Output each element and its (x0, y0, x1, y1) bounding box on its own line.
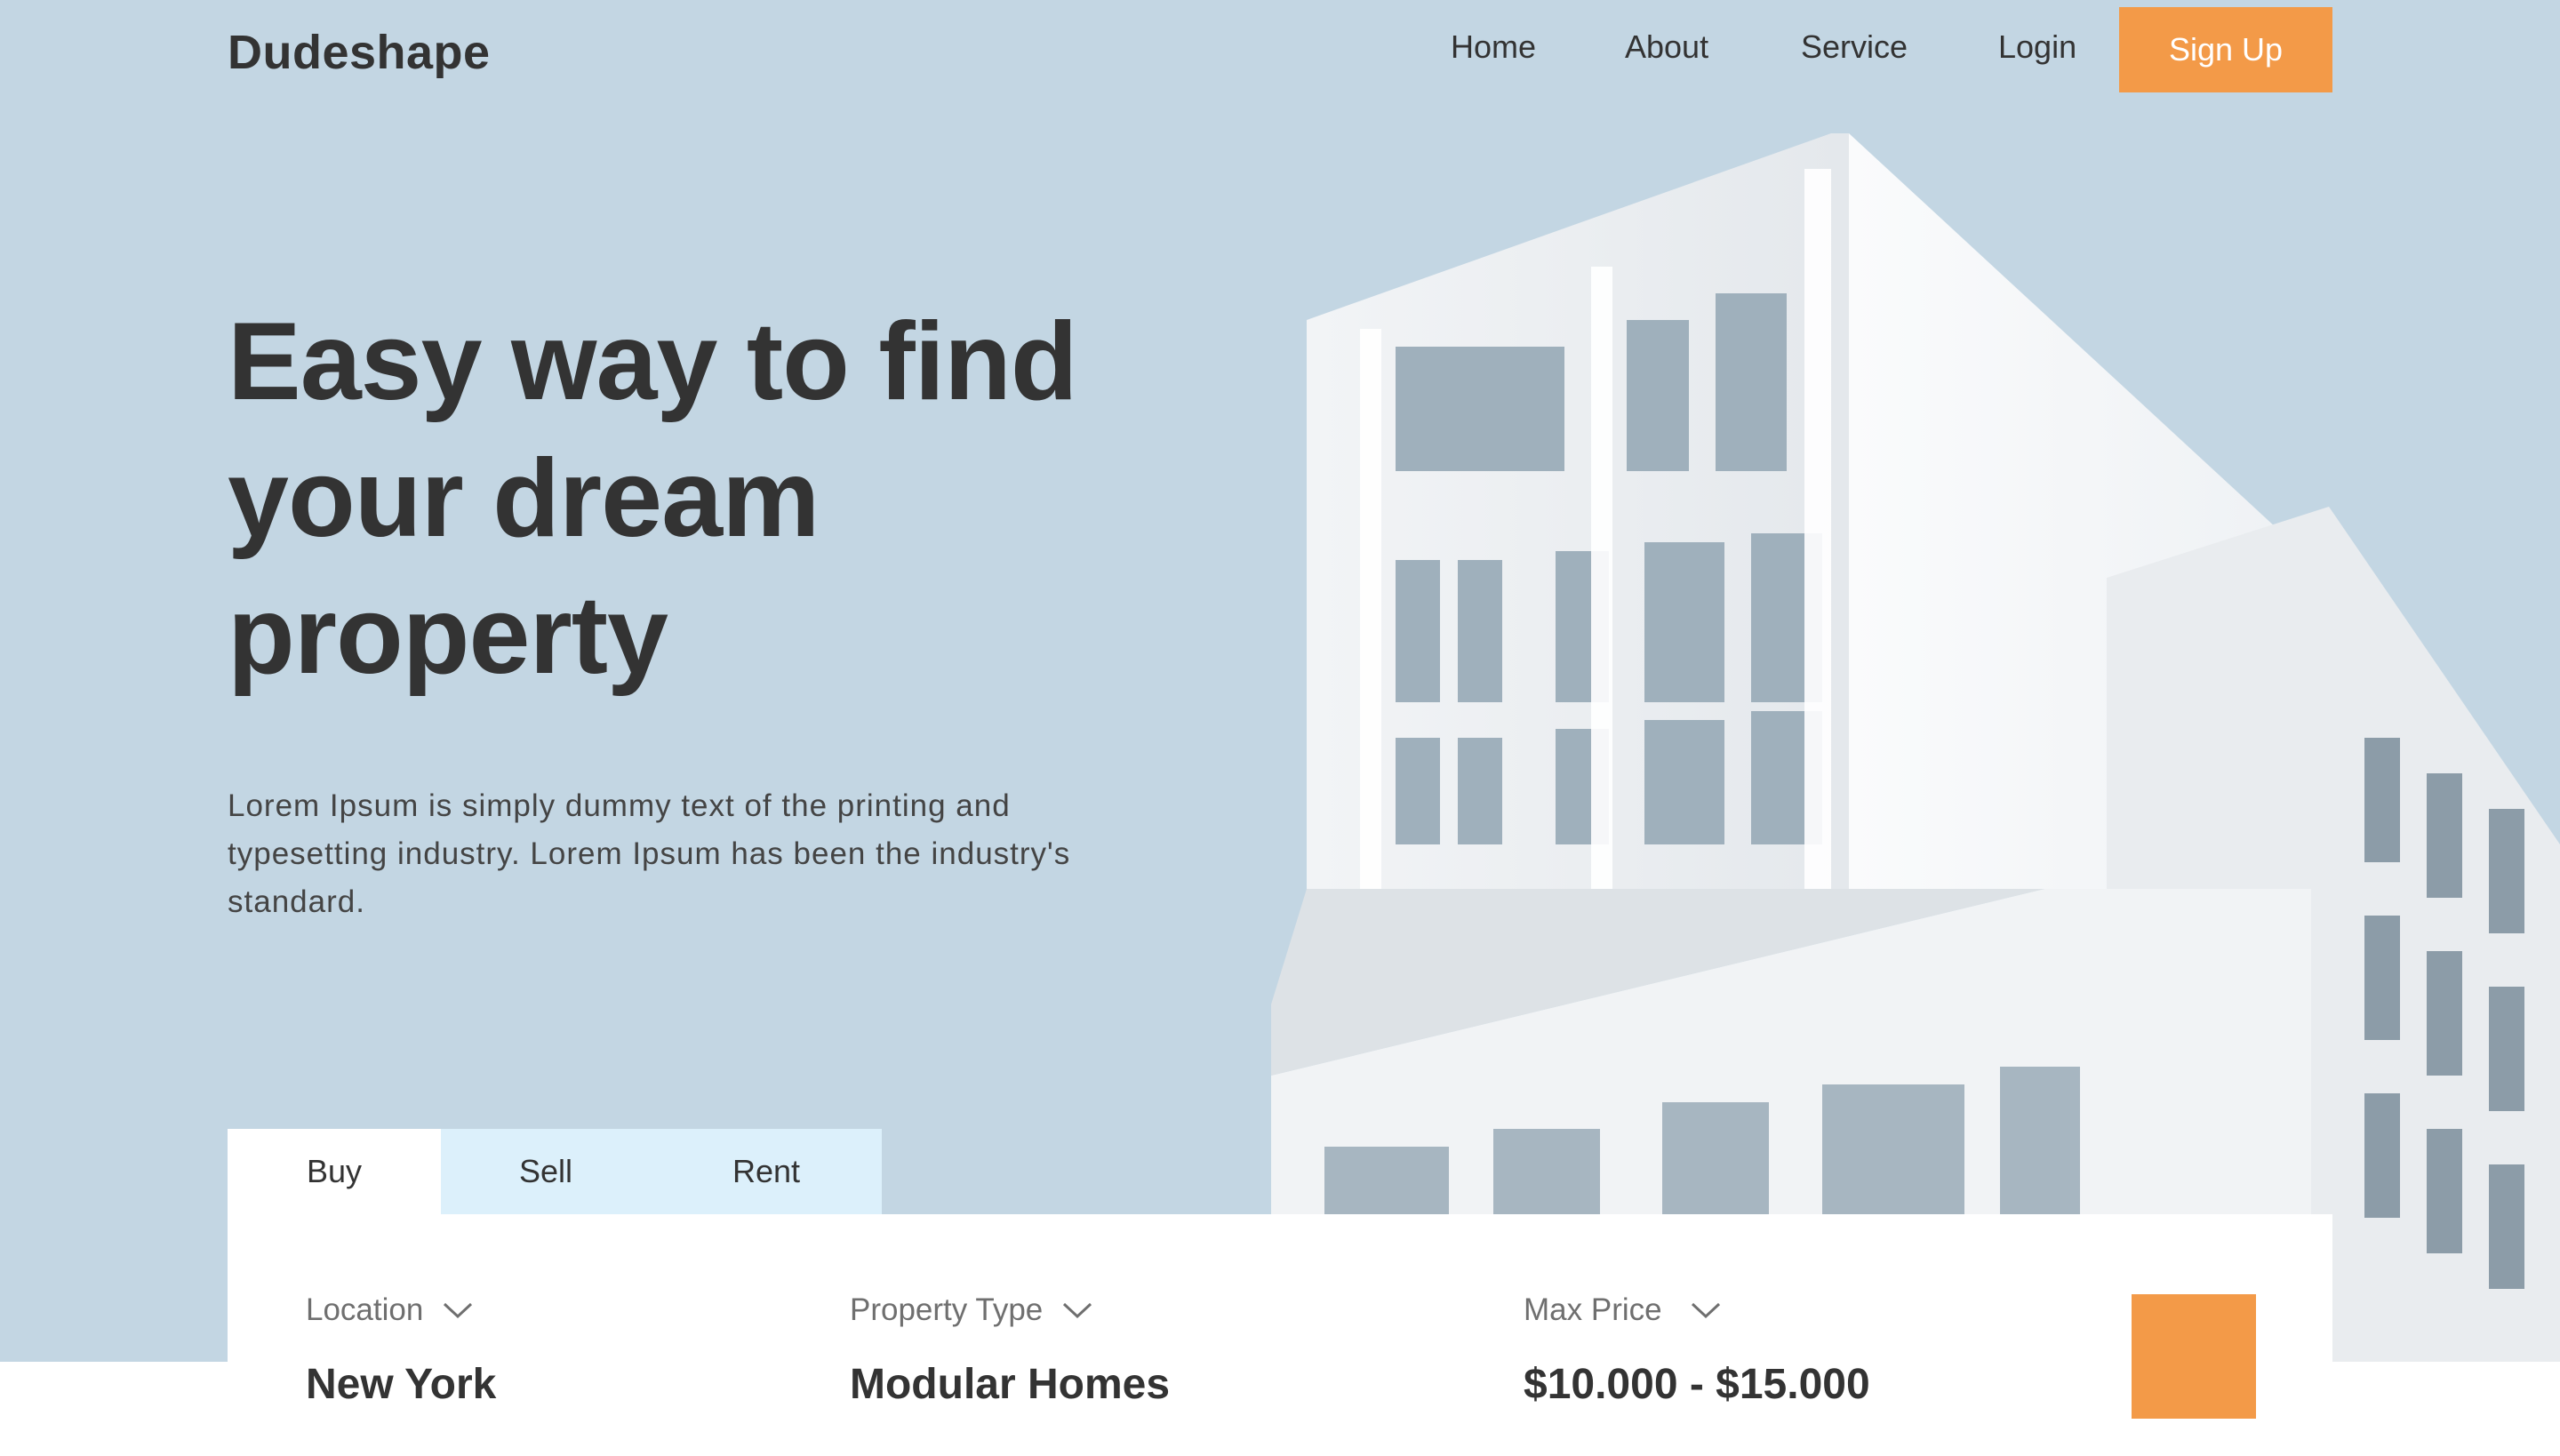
tab-rent[interactable]: Rent (651, 1129, 882, 1214)
nav-service-link[interactable]: Service (1801, 28, 1908, 66)
hero-description: Lorem Ipsum is simply dummy text of the … (228, 788, 1071, 919)
nav-home-link[interactable]: Home (1451, 28, 1536, 66)
max-price-label: Max Price (1524, 1292, 1662, 1327)
search-button[interactable] (2132, 1294, 2256, 1419)
max-price-field[interactable]: Max Price $10.000 - $15.000 (1524, 1292, 1870, 1409)
max-price-dropdown[interactable]: Max Price (1524, 1292, 1870, 1328)
chevron-down-icon[interactable] (1062, 1301, 1092, 1319)
property-type-dropdown[interactable]: Property Type (850, 1292, 1170, 1328)
brand-logo[interactable]: Dudeshape (228, 25, 491, 80)
chevron-down-icon[interactable] (1691, 1301, 1721, 1319)
headline-line: your dream (228, 437, 820, 560)
sign-up-button[interactable]: Sign Up (2119, 7, 2332, 92)
location-label: Location (306, 1292, 424, 1327)
nav-about-link[interactable]: About (1625, 28, 1708, 66)
hero-headline: Easy way to find your dream property (228, 293, 1205, 704)
tab-buy[interactable]: Buy (228, 1129, 441, 1214)
search-tabs: Buy Sell Rent (228, 1129, 882, 1214)
building-image (1271, 133, 2560, 1362)
max-price-value: $10.000 - $15.000 (1524, 1361, 1870, 1408)
nav-login-link[interactable]: Login (1998, 28, 2076, 66)
headline-line: property (228, 574, 668, 697)
property-type-label: Property Type (850, 1292, 1044, 1327)
chevron-down-icon[interactable] (443, 1301, 473, 1319)
location-value: New York (306, 1361, 497, 1408)
property-type-value: Modular Homes (850, 1361, 1171, 1408)
headline-line: Easy way to find (228, 300, 1078, 423)
search-panel: Location New York Property Type Modular … (228, 1214, 2332, 1456)
tab-sell[interactable]: Sell (441, 1129, 651, 1214)
location-field[interactable]: Location New York (306, 1292, 496, 1409)
location-dropdown[interactable]: Location (306, 1292, 496, 1328)
property-type-field[interactable]: Property Type Modular Homes (850, 1292, 1170, 1409)
